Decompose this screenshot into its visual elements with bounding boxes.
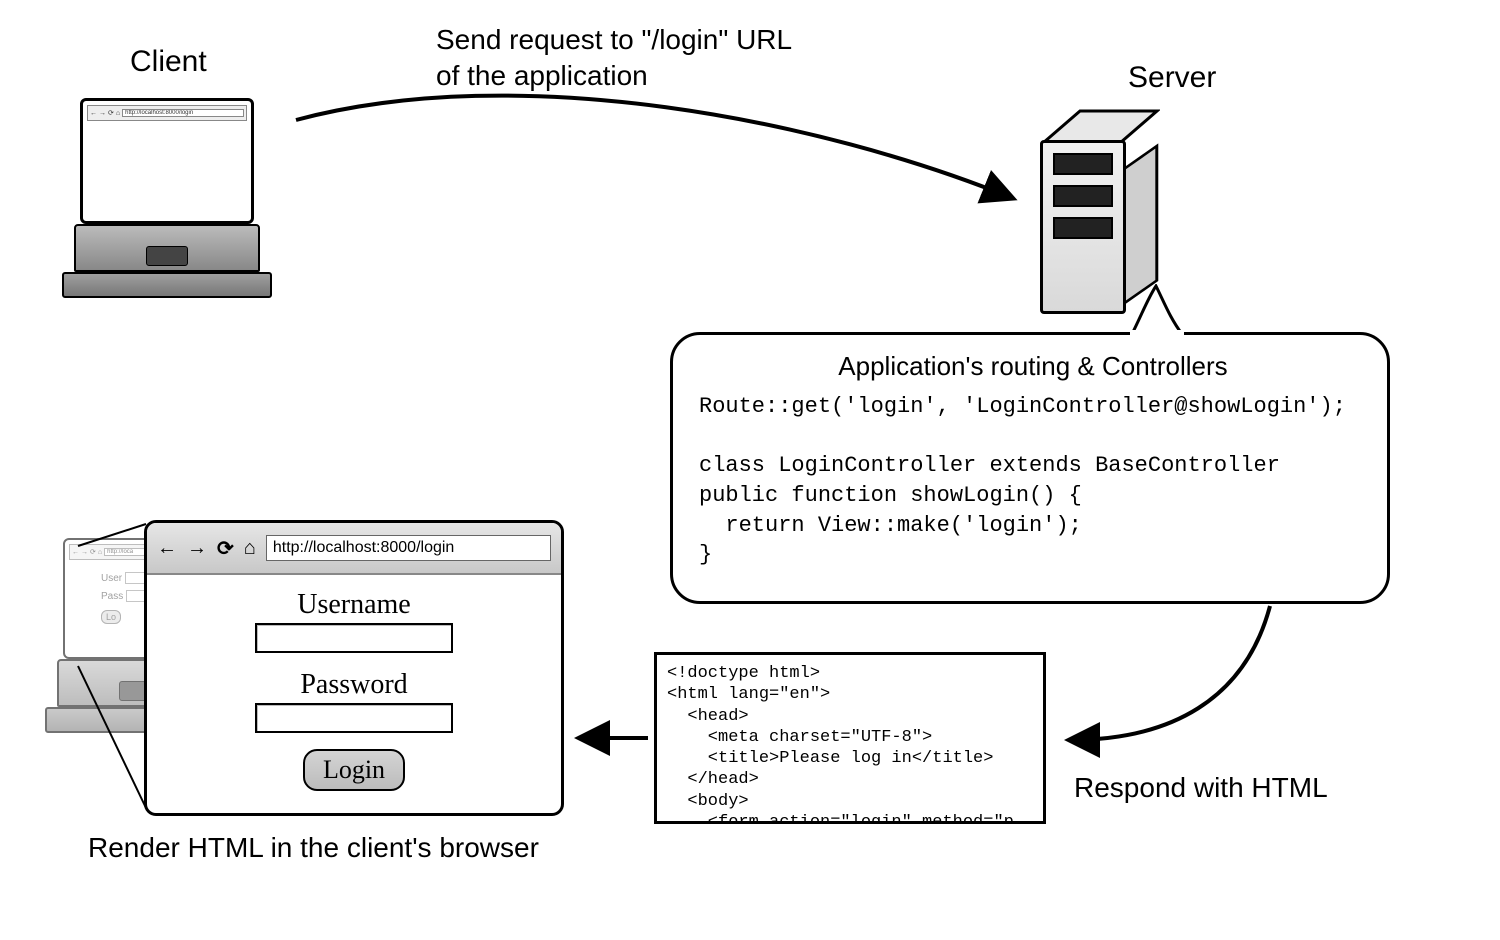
mini-url: http://localhost:8000/login — [122, 109, 244, 117]
html-response-box: <!doctype html> <html lang="en"> <head> … — [654, 652, 1046, 824]
password-input[interactable] — [255, 703, 453, 733]
back-icon[interactable]: ← — [157, 537, 177, 560]
address-bar[interactable]: http://localhost:8000/login — [266, 535, 551, 561]
render-label: Render HTML in the client's browser — [88, 830, 539, 866]
send-request-label-1: Send request to "/login" URL — [436, 22, 792, 58]
send-request-label-2: of the application — [436, 58, 648, 94]
forward-icon[interactable]: → — [187, 537, 207, 560]
username-input[interactable] — [255, 623, 453, 653]
respond-label: Respond with HTML — [1074, 770, 1328, 806]
server-slot — [1053, 217, 1113, 239]
reload-icon[interactable]: ⟳ — [217, 536, 234, 561]
back-icon: ← — [90, 110, 97, 117]
server-slot — [1053, 185, 1113, 207]
login-page: Username Password Login — [147, 575, 561, 791]
server-label: Server — [1128, 58, 1216, 97]
rendered-browser: ← → ⟳ ⌂ http://localhost:8000/login User… — [144, 520, 564, 816]
server-code-bubble: Application's routing & Controllers Rout… — [670, 332, 1390, 604]
reload-icon: ⟳ — [108, 109, 114, 117]
bubble-code: Route::get('login', 'LoginController@sho… — [699, 392, 1367, 570]
browser-toolbar: ← → ⟳ ⌂ http://localhost:8000/login — [147, 523, 561, 575]
username-label: Username — [147, 589, 561, 621]
login-button[interactable]: Login — [303, 749, 405, 791]
home-icon[interactable]: ⌂ — [244, 537, 256, 560]
server-slot — [1053, 153, 1113, 175]
client-label: Client — [130, 42, 207, 81]
mini-browser-toolbar: ← → ⟳ ⌂ http://localhost:8000/login — [87, 105, 247, 121]
bubble-title: Application's routing & Controllers — [699, 351, 1367, 382]
server-machine — [1040, 108, 1160, 313]
home-icon: ⌂ — [116, 110, 120, 117]
forward-icon: → — [99, 110, 106, 117]
html-snippet: <!doctype html> <html lang="en"> <head> … — [667, 663, 1037, 824]
client-laptop: ← → ⟳ ⌂ http://localhost:8000/login — [62, 98, 272, 298]
password-label: Password — [147, 669, 561, 701]
